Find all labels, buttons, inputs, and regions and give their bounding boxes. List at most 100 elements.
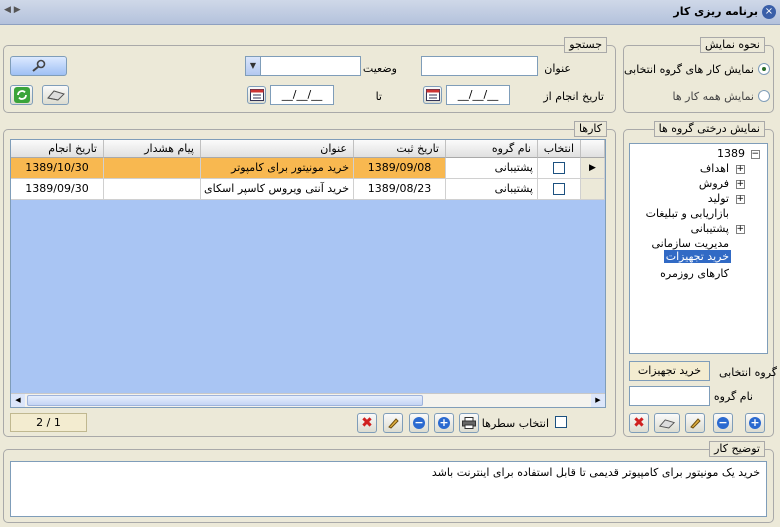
tree-item-sales[interactable]: فروش: [699, 177, 729, 190]
calendar-icon: [249, 89, 264, 101]
collapse-icon[interactable]: −: [751, 150, 760, 159]
cell-group: پشتیبانی: [446, 158, 538, 179]
row-select-cell: [538, 158, 581, 179]
header-reg-date[interactable]: تاریخ ثبت: [354, 140, 446, 158]
display-mode-legend: نحوه نمایش: [700, 37, 765, 53]
radio-group-tasks[interactable]: [758, 63, 770, 75]
date-from-label: تاریخ انجام از: [543, 90, 604, 103]
title-bar: ◀ ▶ برنامه ریزی کار ×: [0, 0, 780, 25]
add-group-button[interactable]: +: [745, 413, 765, 433]
tree-item-daily[interactable]: کارهای روزمره: [660, 267, 729, 280]
scroll-right-icon[interactable]: ▶: [591, 394, 605, 407]
plus-icon: +: [749, 416, 761, 429]
expand-icon[interactable]: +: [736, 225, 745, 234]
title-label: عنوان: [544, 62, 571, 75]
header-title[interactable]: عنوان: [201, 140, 354, 158]
header-corner: [581, 140, 605, 158]
tasks-legend: کارها: [573, 121, 607, 137]
tree-item-equipment[interactable]: خرید تجهیزات: [663, 250, 731, 263]
tree-item-goals[interactable]: اهداف: [700, 162, 729, 175]
minus-icon: −: [413, 416, 425, 429]
eraser-icon: [46, 90, 65, 101]
refresh-icon: [13, 87, 30, 103]
cell-reg-date: 1389/08/23: [354, 179, 446, 200]
nav-arrows[interactable]: ◀ ▶: [4, 5, 21, 15]
delete-icon: ✖: [361, 415, 373, 431]
eraser-icon: [658, 418, 676, 428]
pager: 2 / 1: [10, 413, 87, 432]
chevron-down-icon[interactable]: ▼: [246, 57, 261, 75]
magnifier-icon: [31, 59, 45, 72]
pencil-icon: [388, 418, 399, 429]
tree-item-support[interactable]: پشتیبانی: [691, 222, 729, 235]
tree-item-marketing[interactable]: بازاریابی و تبلیغات: [646, 207, 729, 220]
date-to-label: تا: [375, 90, 382, 103]
clear-search-button[interactable]: [42, 85, 69, 105]
tree-root[interactable]: 1389: [717, 147, 745, 160]
remove-task-button[interactable]: −: [409, 413, 429, 433]
calendar-icon: [425, 89, 440, 101]
delete-task-button[interactable]: ✖: [357, 413, 377, 433]
delete-group-button[interactable]: ✖: [629, 413, 649, 433]
title-input[interactable]: [421, 56, 538, 76]
row-indicator: ▶: [581, 158, 605, 179]
remove-group-button[interactable]: −: [713, 413, 733, 433]
cell-reg-date: 1389/09/08: [354, 158, 446, 179]
radio-all-tasks-label[interactable]: نمایش همه کار ها: [673, 90, 754, 103]
printer-icon: [462, 417, 476, 429]
delete-icon: ✖: [633, 415, 645, 431]
status-label: وضعیت: [362, 62, 397, 75]
row-checkbox[interactable]: [553, 183, 565, 195]
tree-item-production[interactable]: تولید: [708, 192, 729, 205]
select-rows-checkbox[interactable]: [555, 416, 567, 428]
selected-group-field: خرید تجهیزات: [629, 361, 710, 381]
calendar-to-button[interactable]: [247, 86, 266, 104]
clear-group-button[interactable]: [654, 413, 680, 433]
select-rows-label[interactable]: انتخاب سطرها: [482, 417, 549, 430]
minus-icon: −: [717, 416, 729, 429]
search-legend: جستجو: [564, 37, 607, 53]
cell-title: خرید آنتی ویروس کاسپر اسکای: [201, 179, 354, 200]
horizontal-scrollbar[interactable]: ◀ ▶: [11, 393, 605, 407]
edit-group-button[interactable]: [685, 413, 705, 433]
header-alert[interactable]: پیام هشدار: [104, 140, 201, 158]
header-select[interactable]: انتخاب: [538, 140, 581, 158]
header-due-date[interactable]: تاریخ انجام: [11, 140, 104, 158]
header-group[interactable]: نام گروه: [446, 140, 538, 158]
expand-icon[interactable]: +: [736, 180, 745, 189]
status-select[interactable]: [245, 56, 361, 76]
tree-legend: نمایش درختی گروه ها: [653, 121, 765, 137]
radio-group-tasks-label[interactable]: نمایش کار های گروه انتخابی: [624, 63, 754, 76]
group-name-input[interactable]: [629, 386, 710, 406]
group-tree[interactable]: − 1389 + اهداف + فروش + تولید بازاریابی …: [629, 143, 768, 354]
table-row[interactable]: ▶ پشتیبانی 1389/09/08 خرید مونیتور برای …: [11, 158, 605, 179]
scroll-thumb[interactable]: [27, 395, 423, 406]
description-legend: توضیح کار: [709, 441, 765, 457]
scroll-left-icon[interactable]: ◀: [11, 394, 25, 407]
calendar-from-button[interactable]: [423, 86, 442, 104]
cell-due-date: 1389/09/30: [11, 179, 104, 200]
print-button[interactable]: [459, 413, 479, 433]
row-indicator: [581, 179, 605, 200]
row-checkbox[interactable]: [553, 162, 565, 174]
date-to-input[interactable]: __/__/__: [270, 85, 334, 105]
refresh-button[interactable]: [10, 85, 33, 105]
row-select-cell: [538, 179, 581, 200]
tree-item-management[interactable]: مدیریت سازمانی: [651, 237, 729, 250]
add-task-button[interactable]: +: [434, 413, 454, 433]
cell-alert: [104, 158, 201, 179]
expand-icon[interactable]: +: [736, 165, 745, 174]
selected-group-label: گروه انتخابی: [719, 366, 777, 379]
radio-all-tasks[interactable]: [758, 90, 770, 102]
close-icon[interactable]: ×: [762, 5, 776, 19]
group-name-label: نام گروه: [713, 390, 753, 403]
search-button[interactable]: [10, 56, 67, 76]
pencil-icon: [690, 418, 701, 429]
date-from-input[interactable]: __/__/__: [446, 85, 510, 105]
tasks-grid[interactable]: انتخاب نام گروه تاریخ ثبت عنوان پیام هشد…: [10, 139, 606, 408]
description-textarea[interactable]: خرید یک مونیتور برای کامپیوتر قدیمی تا ق…: [10, 461, 767, 517]
expand-icon[interactable]: +: [736, 195, 745, 204]
cell-alert: [104, 179, 201, 200]
edit-task-button[interactable]: [383, 413, 403, 433]
table-row[interactable]: پشتیبانی 1389/08/23 خرید آنتی ویروس کاسپ…: [11, 179, 605, 200]
